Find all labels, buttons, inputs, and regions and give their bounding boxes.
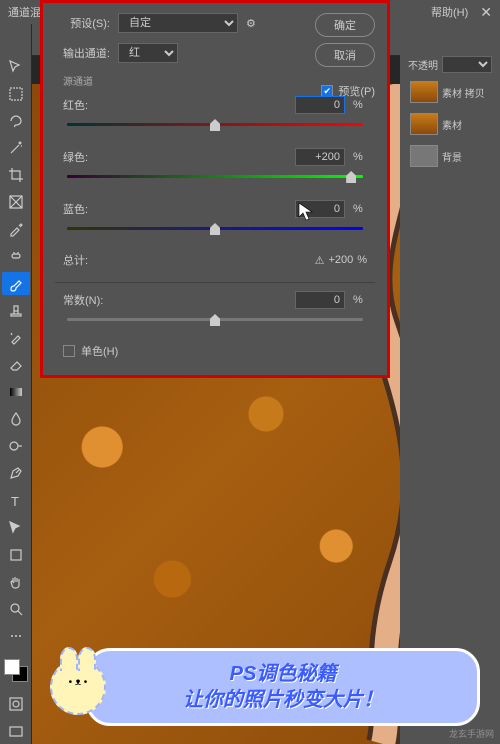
- speech-bubble: PS调色秘籍 让你的照片秒变大片！: [86, 648, 480, 726]
- constant-input[interactable]: [295, 291, 345, 309]
- quickmask-icon[interactable]: [2, 693, 30, 716]
- cancel-button[interactable]: 取消: [315, 43, 375, 67]
- banner-line2: 让你的照片秒变大片！: [105, 687, 461, 713]
- svg-text:T: T: [11, 494, 19, 509]
- preset-select[interactable]: 自定: [118, 13, 238, 33]
- output-label: 输出通道:: [55, 45, 110, 61]
- gear-icon[interactable]: ⚙: [246, 17, 256, 30]
- screenmode-icon[interactable]: [2, 720, 30, 743]
- blue-slider[interactable]: [67, 222, 363, 234]
- menu-help[interactable]: 帮助(H): [431, 4, 468, 20]
- green-slider[interactable]: [67, 170, 363, 182]
- tool-palette: T: [0, 24, 32, 744]
- lasso-tool-icon[interactable]: [2, 109, 30, 132]
- blue-slider-group: 蓝色: %: [55, 200, 375, 234]
- close-icon[interactable]: ✕: [480, 4, 492, 21]
- red-label: 红色:: [63, 97, 103, 113]
- type-tool-icon[interactable]: T: [2, 489, 30, 512]
- divider: [55, 282, 375, 283]
- blue-label: 蓝色:: [63, 201, 103, 217]
- opacity-select[interactable]: [442, 56, 492, 73]
- green-input[interactable]: [295, 148, 345, 166]
- layer-name: 素材: [442, 117, 462, 132]
- hand-tool-icon[interactable]: [2, 570, 30, 593]
- promo-banner: • ᴥ • PS调色秘籍 让你的照片秒变大片！: [50, 648, 480, 726]
- total-label: 总计:: [63, 252, 103, 268]
- green-label: 绿色:: [63, 149, 103, 165]
- pct: %: [353, 99, 367, 111]
- banner-line1: PS调色秘籍: [105, 661, 461, 687]
- layer-thumb-icon: [410, 81, 438, 103]
- frame-tool-icon[interactable]: [2, 191, 30, 214]
- layer-thumb-icon: [410, 145, 438, 167]
- red-slider[interactable]: [67, 118, 363, 130]
- ok-button[interactable]: 确定: [315, 13, 375, 37]
- layer-name: 素材 拷贝: [442, 85, 485, 100]
- mono-checkbox[interactable]: [63, 345, 75, 357]
- layer-row[interactable]: 背景: [408, 143, 492, 169]
- layer-row[interactable]: 素材: [408, 111, 492, 137]
- marquee-tool-icon[interactable]: [2, 82, 30, 105]
- blur-tool-icon[interactable]: [2, 408, 30, 431]
- constant-label: 常数(N):: [63, 292, 118, 308]
- eyedropper-tool-icon[interactable]: [2, 218, 30, 241]
- ellipsis-icon[interactable]: [2, 625, 30, 648]
- pen-tool-icon[interactable]: [2, 462, 30, 485]
- eraser-tool-icon[interactable]: [2, 353, 30, 376]
- shape-tool-icon[interactable]: [2, 543, 30, 566]
- opacity-label: 不透明: [408, 57, 438, 72]
- pct: %: [353, 151, 367, 163]
- warning-icon: ⚠ +200 %: [315, 254, 367, 267]
- zoom-tool-icon[interactable]: [2, 598, 30, 621]
- preset-label: 预设(S):: [55, 15, 110, 31]
- red-input[interactable]: [295, 96, 345, 114]
- layer-thumb-icon: [410, 113, 438, 135]
- dodge-tool-icon[interactable]: [2, 435, 30, 458]
- layer-row[interactable]: 素材 拷贝: [408, 79, 492, 105]
- wand-tool-icon[interactable]: [2, 136, 30, 159]
- crop-tool-icon[interactable]: [2, 164, 30, 187]
- color-swatch[interactable]: [4, 659, 28, 682]
- pct: %: [353, 294, 367, 306]
- output-select[interactable]: 红: [118, 43, 178, 63]
- watermark: 龙玄手游网: [449, 727, 494, 740]
- constant-slider[interactable]: [67, 313, 363, 325]
- layer-name: 背景: [442, 149, 462, 164]
- channel-mixer-dialog: 确定 取消 ✔ 预览(P) 预设(S): 自定 ⚙ 输出通道: 红 源通道 红色…: [40, 0, 390, 378]
- brush-tool-icon[interactable]: [2, 272, 30, 295]
- move-tool-icon[interactable]: [2, 55, 30, 78]
- bunny-icon: • ᴥ •: [50, 659, 106, 715]
- red-slider-group: 红色: %: [55, 96, 375, 130]
- path-tool-icon[interactable]: [2, 516, 30, 539]
- green-slider-group: 绿色: %: [55, 148, 375, 182]
- gradient-tool-icon[interactable]: [2, 381, 30, 404]
- constant-slider-group: 常数(N): %: [55, 291, 375, 325]
- stamp-tool-icon[interactable]: [2, 299, 30, 322]
- history-brush-icon[interactable]: [2, 326, 30, 349]
- mono-label: 单色(H): [81, 343, 118, 359]
- healing-tool-icon[interactable]: [2, 245, 30, 268]
- pct: %: [353, 203, 367, 215]
- blue-input[interactable]: [295, 200, 345, 218]
- layers-panel: 不透明 素材 拷贝 素材 背景: [400, 48, 500, 744]
